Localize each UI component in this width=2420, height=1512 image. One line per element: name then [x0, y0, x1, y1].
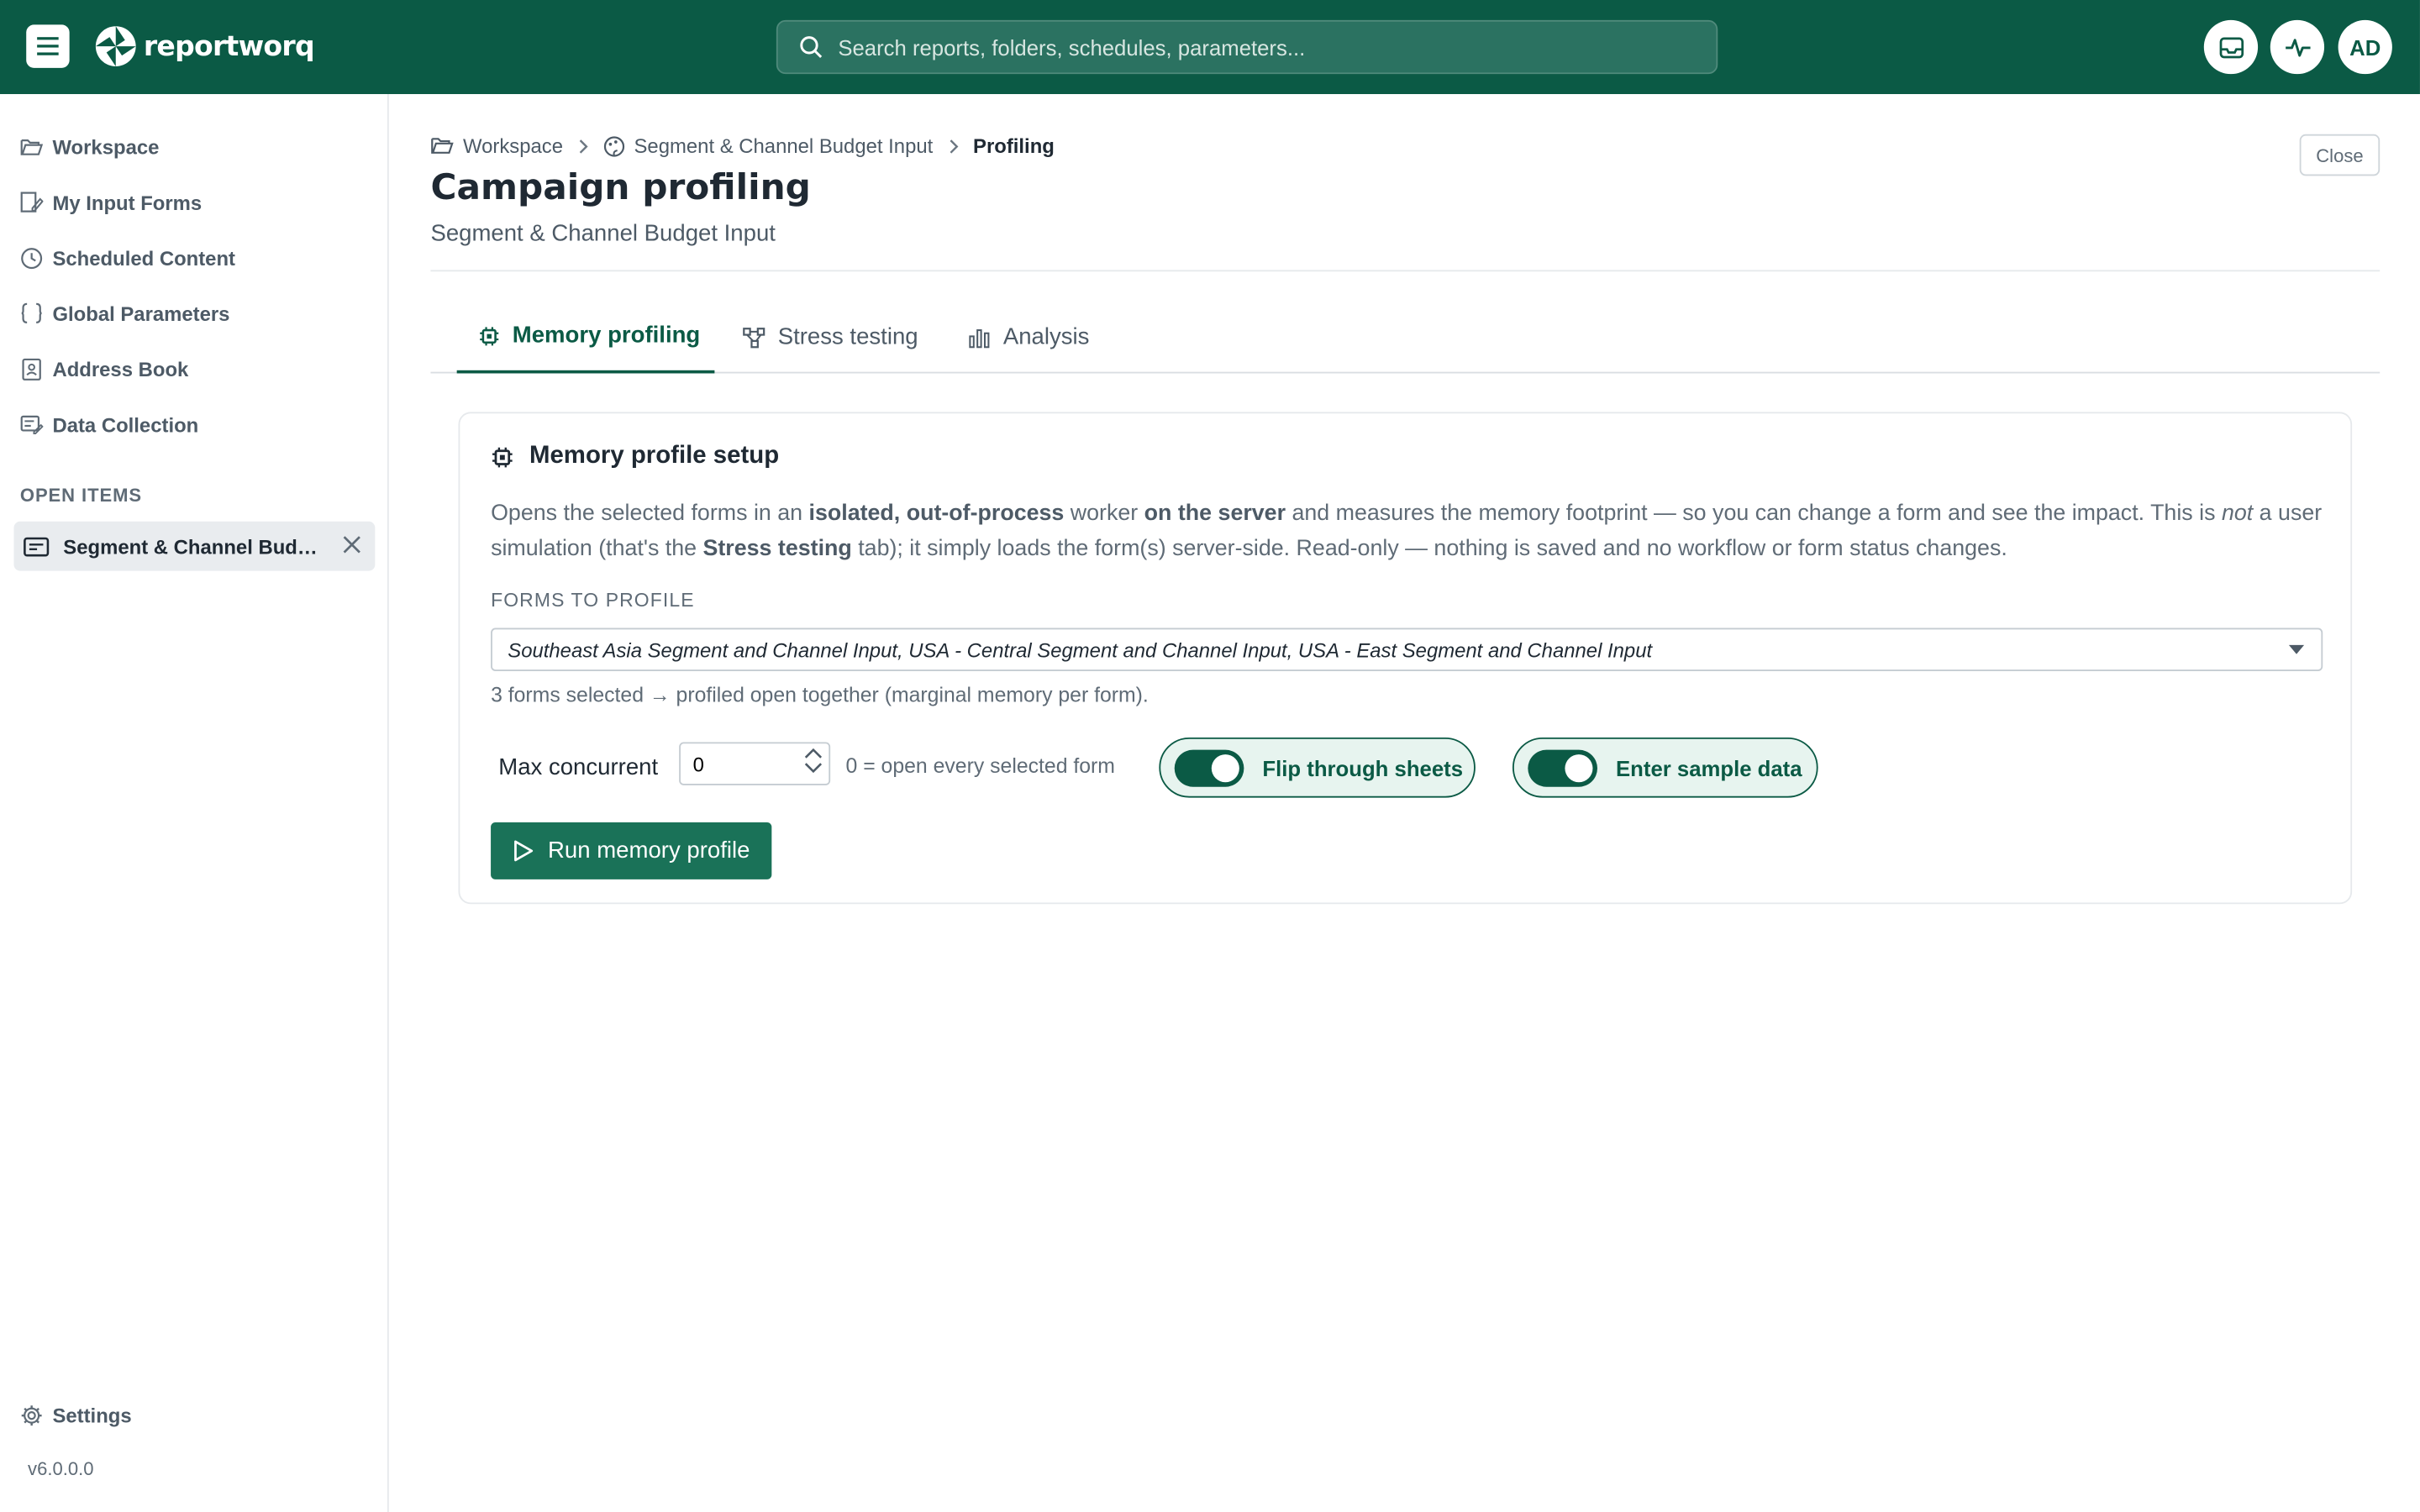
sidebar-item-global-parameters[interactable]: Global Parameters — [20, 297, 230, 330]
chevron-down-icon[interactable] — [804, 762, 823, 774]
memory-profile-card: Memory profile setup Opens the selected … — [458, 412, 2353, 905]
sidebar-item-data-collection[interactable]: Data Collection — [20, 407, 198, 441]
max-concurrent-hint: 0 = open every selected form — [845, 754, 1115, 778]
card-title-text: Memory profile setup — [529, 443, 780, 470]
close-icon[interactable] — [341, 533, 363, 555]
forms-hint: 3 forms selected → profiled open togethe… — [491, 683, 1149, 707]
tab-analysis[interactable]: Analysis — [968, 301, 1090, 373]
breadcrumb: Workspace Segment & Channel Budget Input… — [430, 134, 1055, 158]
enter-sample-data-toggle[interactable]: Enter sample data — [1512, 737, 1818, 798]
form-card-icon — [24, 536, 50, 556]
clock-icon — [21, 247, 43, 269]
sidebar-item-label: My Input Forms — [52, 190, 203, 214]
bar-chart-icon — [969, 328, 990, 348]
breadcrumb-current: Profiling — [973, 134, 1055, 158]
run-button-label: Run memory profile — [548, 837, 750, 864]
inbox-button[interactable] — [2203, 19, 2259, 75]
chevron-right-icon — [579, 139, 588, 153]
brand-logo[interactable]: reportworq — [94, 24, 315, 70]
search-icon — [800, 36, 823, 58]
sidebar-item-settings[interactable]: Settings — [20, 1404, 132, 1427]
run-memory-profile-button[interactable]: Run memory profile — [491, 822, 772, 879]
activity-button[interactable] — [2270, 19, 2325, 75]
max-concurrent-stepper[interactable] — [679, 742, 831, 785]
chevron-right-icon — [949, 139, 958, 153]
tab-memory-profiling[interactable]: Memory profiling — [456, 301, 715, 374]
brand-name: reportworq — [143, 29, 315, 63]
toggle-switch[interactable] — [1528, 748, 1597, 786]
search-input[interactable] — [838, 34, 1672, 60]
main-content: Workspace Segment & Channel Budget Input… — [388, 94, 2420, 1512]
sidebar-item-label: Scheduled Content — [52, 245, 236, 270]
hamburger-icon — [37, 37, 59, 55]
play-icon — [514, 840, 534, 862]
max-concurrent-input[interactable] — [680, 743, 789, 785]
sidebar-item-workspace[interactable]: Workspace — [20, 129, 160, 163]
sidebar: Workspace My Input Forms Scheduled Conte… — [0, 94, 389, 1512]
forms-select[interactable]: Southeast Asia Segment and Channel Input… — [491, 627, 2323, 671]
forms-select-value: Southeast Asia Segment and Channel Input… — [508, 638, 1653, 662]
open-items-heading: OPEN ITEMS — [19, 484, 143, 507]
user-avatar[interactable]: AD — [2338, 19, 2392, 75]
breadcrumb-form[interactable]: Segment & Channel Budget Input — [634, 134, 934, 158]
nodes-icon — [743, 327, 765, 348]
logo-icon — [95, 26, 136, 66]
chip-icon — [480, 326, 499, 345]
form-edit-icon — [20, 192, 44, 213]
header-divider — [430, 270, 2381, 272]
top-bar: reportworq AD — [0, 0, 2420, 95]
chevron-up-icon[interactable] — [804, 747, 823, 759]
palette-icon — [603, 135, 624, 156]
toggle-label: Enter sample data — [1616, 755, 1802, 780]
sidebar-item-label: Workspace — [52, 134, 160, 159]
sidebar-item-my-input-forms[interactable]: My Input Forms — [20, 185, 202, 218]
sidebar-item-address-book[interactable]: Address Book — [20, 352, 188, 386]
page-subtitle: Segment & Channel Budget Input — [430, 220, 776, 247]
tab-bar: Memory profiling Stress testing Analysis — [430, 301, 2381, 374]
max-concurrent-label: Max concurrent — [498, 754, 659, 781]
data-collection-icon — [20, 415, 44, 435]
tab-label: Analysis — [1002, 323, 1090, 350]
card-title: Memory profile setup — [491, 443, 779, 470]
chip-icon — [492, 446, 513, 467]
sidebar-item-scheduled-content[interactable]: Scheduled Content — [20, 241, 235, 275]
close-button[interactable]: Close — [2299, 134, 2381, 176]
flip-through-sheets-toggle[interactable]: Flip through sheets — [1159, 737, 1476, 798]
search-bar[interactable] — [776, 19, 1718, 75]
inbox-icon — [2218, 36, 2244, 58]
folder-open-icon — [20, 139, 44, 155]
open-item-label: Segment & Channel Budget Input — [63, 534, 329, 558]
braces-icon — [21, 302, 42, 323]
toggle-label: Flip through sheets — [1262, 755, 1463, 780]
folder-open-icon — [431, 138, 454, 154]
caret-down-icon — [2288, 644, 2305, 654]
card-description: Opens the selected forms in an isolated,… — [491, 501, 2323, 562]
sidebar-item-label: Address Book — [52, 357, 189, 381]
toggle-switch[interactable] — [1174, 748, 1244, 786]
tab-stress-testing[interactable]: Stress testing — [742, 301, 918, 373]
menu-button[interactable] — [26, 24, 70, 68]
tab-label: Stress testing — [777, 323, 918, 350]
tab-label: Memory profiling — [512, 322, 701, 349]
app-version: v6.0.0.0 — [28, 1457, 94, 1480]
sidebar-item-label: Data Collection — [52, 412, 199, 436]
sidebar-item-label: Global Parameters — [52, 302, 230, 325]
gear-icon — [21, 1405, 42, 1426]
open-item-segment-channel[interactable]: Segment & Channel Budget Input — [13, 521, 376, 571]
address-book-icon — [22, 357, 41, 381]
activity-pulse-icon — [2285, 38, 2310, 56]
breadcrumb-workspace[interactable]: Workspace — [463, 134, 563, 158]
page-title: Campaign profiling — [430, 168, 811, 208]
forms-to-profile-label: FORMS TO PROFILE — [491, 589, 695, 612]
settings-label: Settings — [52, 1404, 132, 1427]
